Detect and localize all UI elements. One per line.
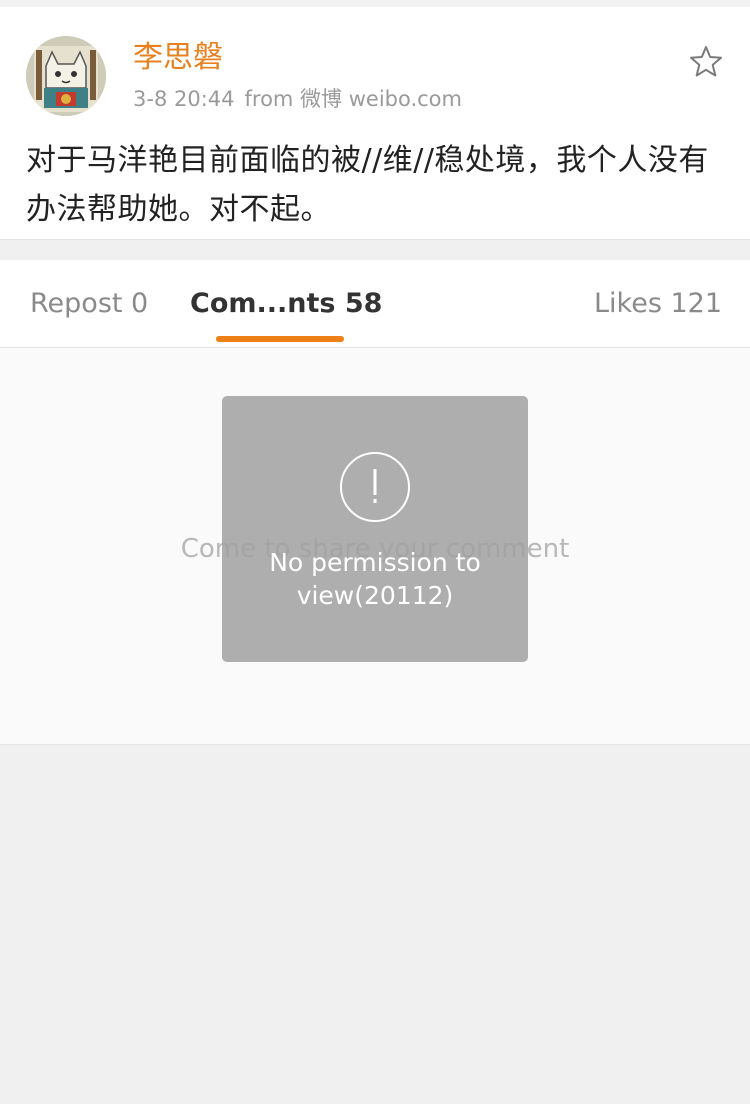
permission-toast: No permission to view(20112) [222,396,528,662]
tab-likes[interactable]: Likes 121 [594,286,722,322]
post-source[interactable]: from 微博 weibo.com [245,87,463,111]
post-card: 李思磐 3-8 20:44 from 微博 weibo.com 对于马洋艳目前面临… [0,7,750,240]
star-outline-icon[interactable] [688,44,724,80]
post-text: 对于马洋艳目前面临的被//维//稳处境，我个人没有办法帮助她。对不起。 [26,143,709,227]
active-tab-indicator [216,336,344,342]
username[interactable]: 李思磐 [133,40,223,76]
avatar[interactable] [26,36,106,116]
exclamation-circle-icon [339,451,411,523]
post-timestamp: 3-8 20:44 [133,87,235,111]
top-strip [0,0,750,7]
tab-comments[interactable]: Com...nts 58 [190,286,382,322]
tab-bar: Repost 0 Com...nts 58 Likes 121 [0,260,750,348]
tab-repost[interactable]: Repost 0 [30,286,148,322]
toast-message: No permission to view(20112) [269,548,481,610]
avatar-image [26,36,106,116]
post-meta: 3-8 20:44 from 微博 weibo.com [133,85,472,113]
